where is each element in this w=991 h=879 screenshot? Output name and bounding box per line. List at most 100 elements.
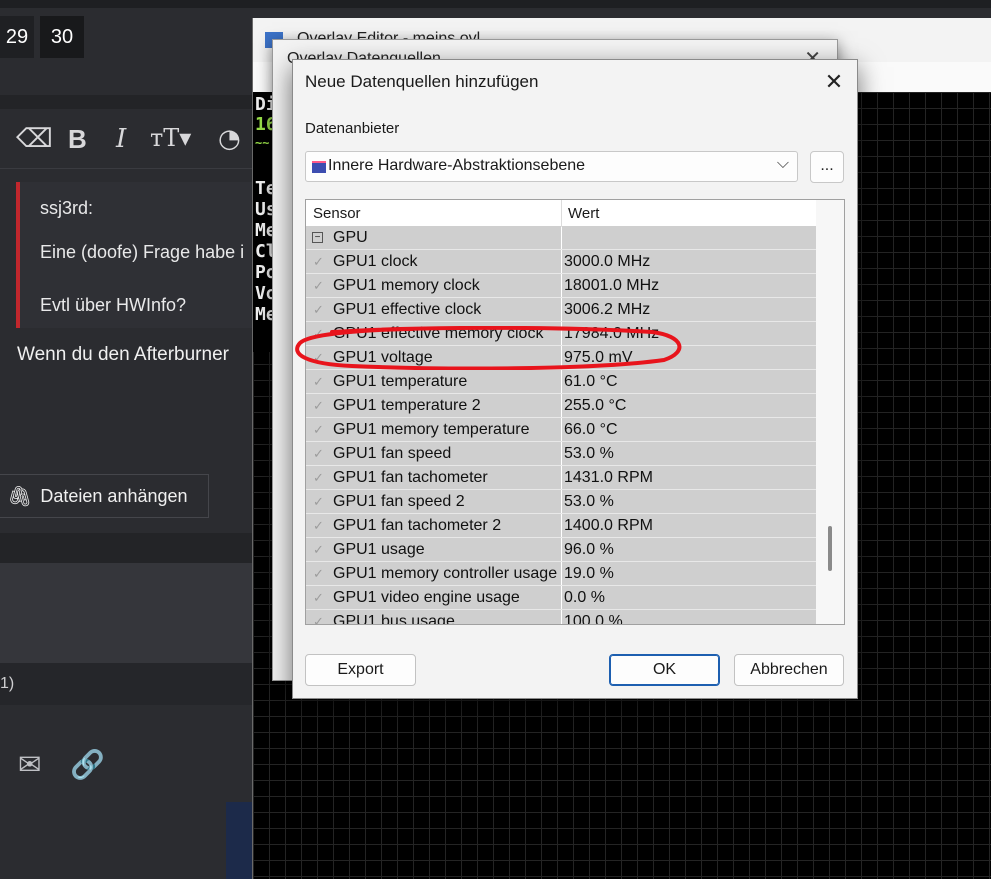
checkmark-icon: ✓ — [313, 566, 324, 581]
sensor-name-cell: ✓ GPU1 usage — [306, 538, 561, 561]
sensor-value: 3006.2 MHz — [564, 301, 651, 318]
strip-text: 1) — [0, 675, 15, 692]
post-text[interactable]: Wenn du den Afterburner — [17, 344, 229, 366]
table-body: − GPU ✓ GPU1 clock 3000.0 MHz ✓ GPU1 memory … — [306, 226, 816, 625]
checkmark-icon: ✓ — [313, 350, 324, 365]
scroll-thumb[interactable] — [828, 526, 832, 571]
checkmark-icon: ✓ — [313, 590, 324, 605]
pagination-page-30[interactable]: 30 — [40, 16, 84, 58]
sensor-value-cell: 0.0 % — [562, 586, 816, 609]
sensor-value: 975.0 mV — [564, 349, 633, 366]
sensor-value-cell: 66.0 °C — [562, 418, 816, 441]
sensor-value-cell: 100.0 % — [562, 610, 816, 624]
table-header: Sensor Wert — [306, 200, 816, 227]
sensor-row[interactable]: ✓ GPU1 effective clock 3006.2 MHz — [306, 298, 816, 322]
sensor-name-cell: ✓ GPU1 fan tachometer — [306, 466, 561, 489]
sensor-name-cell: ✓ GPU1 effective memory clock — [306, 322, 561, 345]
sensor-row[interactable]: ✓ GPU1 memory temperature 66.0 °C — [306, 418, 816, 442]
forum-band — [0, 533, 260, 563]
sensor-row[interactable]: ✓ GPU1 effective memory clock 17984.0 MHz — [306, 322, 816, 346]
sensor-row[interactable]: ✓ GPU1 video engine usage 0.0 % — [306, 586, 816, 610]
italic-icon[interactable]: I — [116, 124, 126, 154]
bold-icon[interactable]: B — [68, 124, 87, 155]
sensor-value: 3000.0 MHz — [564, 253, 651, 270]
eraser-icon[interactable]: ⌫ — [16, 124, 53, 154]
provider-label: Datenanbieter — [305, 120, 400, 137]
sensor-value-cell: 53.0 % — [562, 490, 816, 513]
sensor-row[interactable]: ✓ GPU1 fan speed 2 53.0 % — [306, 490, 816, 514]
export-button[interactable]: Export — [305, 654, 416, 686]
close-icon[interactable]: ✕ — [811, 60, 857, 104]
column-header-sensor[interactable]: Sensor — [313, 205, 361, 222]
sensor-row[interactable]: ✓ GPU1 usage 96.0 % — [306, 538, 816, 562]
forum-top-bar — [0, 0, 991, 8]
sensor-value: 61.0 °C — [564, 373, 618, 390]
sensor-row[interactable]: ✓ GPU1 temperature 61.0 °C — [306, 370, 816, 394]
sensor-name-cell: ✓ GPU1 temperature 2 — [306, 394, 561, 417]
sensor-name-cell: ✓ GPU1 memory clock — [306, 274, 561, 297]
checkmark-icon: ✓ — [313, 470, 324, 485]
sensor-row[interactable]: ✓ GPU1 fan tachometer 2 1400.0 RPM — [306, 514, 816, 538]
group-value-cell — [562, 226, 816, 249]
attach-files-button[interactable]: 🖇 Dateien anhängen — [0, 474, 209, 518]
sensor-name: GPU1 memory controller usage — [333, 565, 558, 582]
sensor-row[interactable]: ✓ GPU1 memory clock 18001.0 MHz — [306, 274, 816, 298]
sensor-name-cell: ✓ GPU1 fan speed — [306, 442, 561, 465]
sensor-value-cell: 96.0 % — [562, 538, 816, 561]
sensor-value: 1431.0 RPM — [564, 469, 653, 486]
sensor-row[interactable]: ✓ GPU1 voltage 975.0 mV — [306, 346, 816, 370]
collapse-icon[interactable]: − — [312, 232, 323, 243]
pagination-page-29[interactable]: 29 — [0, 16, 34, 58]
sensor-name: GPU1 clock — [333, 253, 418, 270]
sensor-name-cell: ✓ GPU1 fan speed 2 — [306, 490, 561, 513]
checkmark-icon: ✓ — [313, 254, 324, 269]
group-row-gpu[interactable]: − GPU — [306, 226, 816, 250]
sensor-value: 0.0 % — [564, 589, 605, 606]
link-icon[interactable]: 🔗 — [70, 748, 105, 781]
provider-more-button[interactable]: ... — [810, 151, 844, 183]
dialog-title: Neue Datenquellen hinzufügen — [305, 72, 539, 91]
checkmark-icon: ✓ — [313, 614, 324, 625]
sensor-value: 96.0 % — [564, 541, 614, 558]
sensor-name: GPU1 temperature 2 — [333, 397, 481, 414]
checkmark-icon: ✓ — [313, 278, 324, 293]
sensor-row[interactable]: ✓ GPU1 temperature 2 255.0 °C — [306, 394, 816, 418]
sensor-name-cell: ✓ GPU1 effective clock — [306, 298, 561, 321]
mail-icon[interactable]: ✉ — [18, 748, 41, 781]
provider-select[interactable]: Innere Hardware-Abstraktionsebene ⌵ — [305, 151, 798, 182]
sensor-name: GPU1 usage — [333, 541, 425, 558]
ok-button[interactable]: OK — [609, 654, 720, 686]
sensor-value-cell: 3006.2 MHz — [562, 298, 816, 321]
hardware-icon — [312, 161, 326, 173]
sensor-name: GPU1 effective clock — [333, 301, 482, 318]
sensor-row[interactable]: ✓ GPU1 fan tachometer 1431.0 RPM — [306, 466, 816, 490]
sensor-value: 1400.0 RPM — [564, 517, 653, 534]
sensor-name-cell: ✓ GPU1 voltage — [306, 346, 561, 369]
palette-icon[interactable]: ◔ — [218, 124, 241, 154]
add-datasource-dialog: Neue Datenquellen hinzufügen ✕ Datenanbi… — [292, 59, 858, 699]
checkmark-icon: ✓ — [313, 398, 324, 413]
sensor-row[interactable]: ✓ GPU1 fan speed 53.0 % — [306, 442, 816, 466]
column-header-value[interactable]: Wert — [568, 205, 599, 222]
sensor-row[interactable]: ✓ GPU1 memory controller usage 19.0 % — [306, 562, 816, 586]
sensor-value-cell: 1400.0 RPM — [562, 514, 816, 537]
column-divider[interactable] — [561, 200, 562, 226]
osd-line: ~~ — [255, 136, 270, 150]
checkmark-icon: ✓ — [313, 302, 324, 317]
sensor-value: 255.0 °C — [564, 397, 627, 414]
group-label: GPU — [333, 229, 368, 246]
checkmark-icon: ✓ — [313, 542, 324, 557]
sensor-name: GPU1 fan tachometer — [333, 469, 488, 486]
text-size-icon[interactable]: тT▾ — [150, 124, 191, 152]
checkmark-icon: ✓ — [313, 422, 324, 437]
sensor-row[interactable]: ✓ GPU1 bus usage 100.0 % — [306, 610, 816, 625]
checkmark-icon: ✓ — [313, 494, 324, 509]
sensor-name-cell: ✓ GPU1 bus usage — [306, 610, 561, 625]
sensor-row[interactable]: ✓ GPU1 clock 3000.0 MHz — [306, 250, 816, 274]
sensor-name-cell: ✓ GPU1 temperature — [306, 370, 561, 393]
sensor-value: 53.0 % — [564, 445, 614, 462]
cancel-button[interactable]: Abbrechen — [734, 654, 844, 686]
sensor-value: 19.0 % — [564, 565, 614, 582]
sensor-name: GPU1 memory temperature — [333, 421, 530, 438]
vertical-scrollbar[interactable] — [816, 200, 844, 624]
